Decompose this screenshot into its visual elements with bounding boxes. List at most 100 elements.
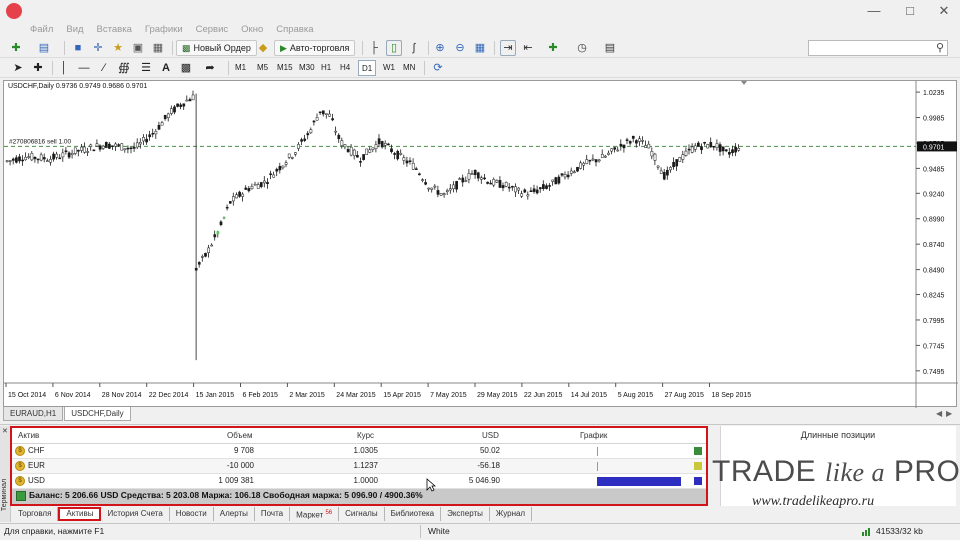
candlestick-chart[interactable]: 1.02350.99850.97350.94850.92400.89900.87… [4,81,958,408]
candle-body [290,157,294,159]
scroll-right-icon[interactable]: ▶ [946,409,952,418]
zoom-out-icon[interactable]: ⊖ [452,40,468,56]
timeframe-w1[interactable]: W1 [380,60,398,76]
timeframe-d1[interactable]: D1 [358,60,377,76]
trendline-icon[interactable]: ∕ [96,60,112,76]
terminal-close-icon[interactable]: ✕ [2,427,8,435]
timeframe-h1[interactable]: H1 [318,60,334,76]
timeframe-m1[interactable]: M1 [232,60,249,76]
tab-market[interactable]: Маркет 56 [290,507,340,521]
tile-windows-icon[interactable]: ▦ [472,40,488,56]
candles-icon[interactable]: ▯ [386,40,402,56]
data-window-icon[interactable]: ✛ [90,40,106,56]
candle-body [452,184,455,190]
search-icon[interactable]: ⚲ [936,41,944,54]
candle-body [5,160,9,163]
tab-mail[interactable]: Почта [255,507,291,521]
candle-body [399,152,403,155]
menu-insert[interactable]: Вставка [91,22,139,38]
templates-icon[interactable]: ▤ [602,40,618,56]
metaeditor-icon[interactable]: ◆ [255,40,271,56]
chart-tab-euraud[interactable]: EURAUD,H1 [3,407,64,421]
tab-trade[interactable]: Торговля [12,507,59,521]
navigator-icon[interactable]: ★ [110,40,126,56]
candle-body [625,139,629,141]
vertical-line-icon[interactable]: │ [56,60,72,76]
menu-tools[interactable]: Сервис [190,22,236,38]
candle-body [108,143,111,149]
price-tick-label: 0.7495 [923,369,945,376]
menu-charts[interactable]: Графики [139,22,190,38]
menu-file[interactable]: Файл [24,22,60,38]
minimize-icon[interactable]: — [864,2,884,20]
line-chart-icon[interactable]: ∫ [406,40,422,56]
candle-body [346,149,350,152]
timeframe-mn[interactable]: MN [400,60,418,76]
timeframe-m5[interactable]: M5 [254,60,271,76]
cursor-icon[interactable]: ➤ [10,60,26,76]
candle-body [176,103,179,107]
menu-window[interactable]: Окно [235,22,270,38]
tab-alerts[interactable]: Алерты [214,507,255,521]
timeframe-m30[interactable]: M30 [296,60,318,76]
candle-body [328,113,331,117]
zoom-in-icon[interactable]: ⊕ [432,40,448,56]
label-tool-icon[interactable]: ▩ [178,60,194,76]
arrows-icon[interactable]: ➦ [202,60,218,76]
candle-body [551,179,555,182]
menu-help[interactable]: Справка [270,22,320,38]
candle-body [709,142,713,148]
close-icon[interactable]: ✕ [934,2,954,20]
maximize-icon[interactable]: □ [900,2,920,20]
autotrade-button[interactable]: ▶ Авто-торговля [274,40,356,56]
candle-body [619,143,623,147]
fibonacci-icon[interactable]: ☰ [138,60,154,76]
date-tick-label: 5 Aug 2015 [618,392,654,399]
tab-signals[interactable]: Сигналы [339,507,385,521]
candle-body [610,148,613,152]
tab-library[interactable]: Библиотека [385,507,442,521]
chart-shift-icon[interactable]: ⇤ [520,40,536,56]
date-tick-label: 15 Apr 2015 [383,392,421,399]
timeframe-h4[interactable]: H4 [337,60,353,76]
tab-experts[interactable]: Эксперты [441,507,490,521]
crosshair-icon[interactable]: ✚ [30,60,46,76]
candle-body [427,187,431,190]
search-input[interactable] [808,40,948,56]
candle-body [458,178,462,180]
candle-body [52,153,55,160]
periods-icon[interactable]: ◷ [574,40,590,56]
candle-body [222,216,226,219]
tab-assets[interactable]: Активы [58,507,102,521]
market-watch-icon[interactable]: ■ [70,40,86,56]
refresh-icon[interactable]: ⟳ [430,60,446,76]
horizontal-line-icon[interactable]: — [76,60,92,76]
date-tick-label: 28 Nov 2014 [102,392,142,399]
bar-chart-icon[interactable]: ├ [366,40,382,56]
candle-body [631,136,635,139]
profiles-icon[interactable]: ▤ [36,40,52,56]
candle-body [201,256,204,258]
tab-journal[interactable]: Журнал [490,507,533,521]
tab-news[interactable]: Новости [170,507,214,521]
candle-body [343,144,347,148]
new-chart-icon[interactable]: ✚ [8,40,24,56]
tab-history[interactable]: История Счета [101,507,170,521]
autoscroll-icon[interactable]: ⇥ [500,40,516,56]
chart-tab-usdchf[interactable]: USDCHF,Daily [64,407,131,421]
candle-body [700,146,703,151]
candle-body [529,190,533,192]
candle-body [173,106,176,113]
strategy-tester-icon[interactable]: ▦ [150,40,166,56]
menu-view[interactable]: Вид [60,22,90,38]
new-order-button[interactable]: ▩ Новый Ордер [176,40,257,56]
candle-body [470,173,474,175]
scroll-left-icon[interactable]: ◀ [936,409,942,418]
price-chart[interactable]: 1.02350.99850.97350.94850.92400.89900.87… [3,80,958,408]
channel-icon[interactable]: ∰ [116,60,132,76]
terminal-icon[interactable]: ▣ [130,40,146,56]
text-tool-icon[interactable]: A [158,60,174,76]
indicators-icon[interactable]: ✚ [545,40,561,56]
timeframe-m15[interactable]: M15 [274,60,296,76]
candle-body [507,186,511,189]
